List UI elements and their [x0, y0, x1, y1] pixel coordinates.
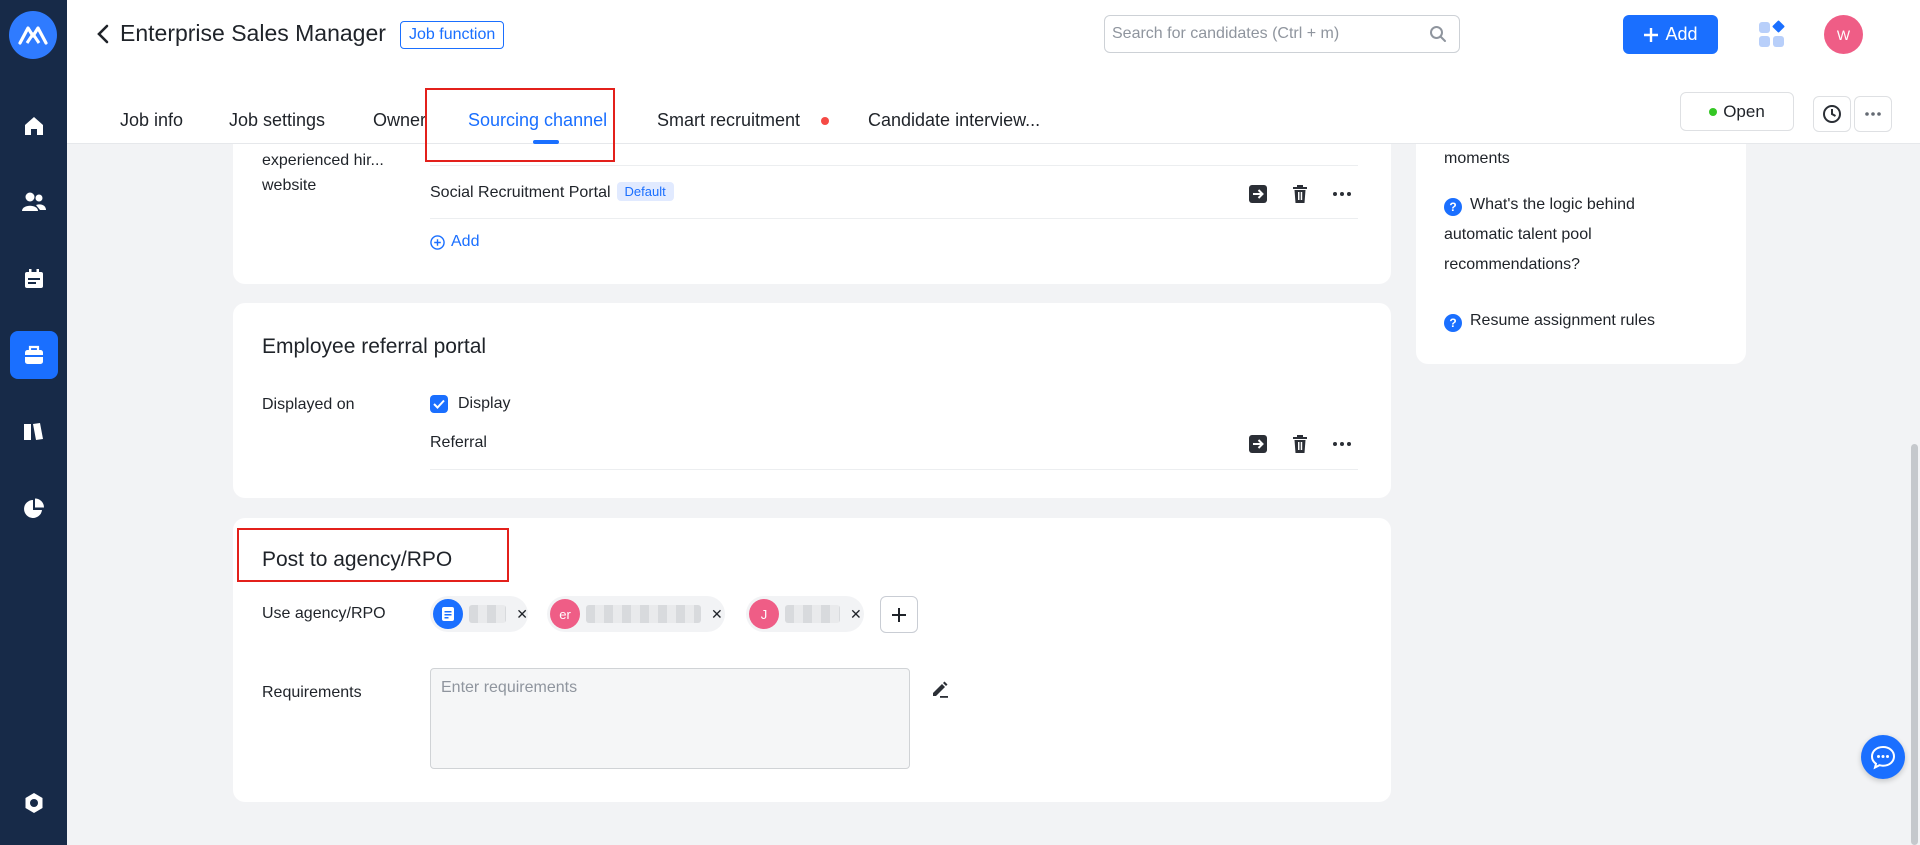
help-text-line-3: recommendations?	[1444, 256, 1581, 273]
job-function-tag[interactable]: Job function	[400, 21, 505, 49]
search-input[interactable]	[1112, 16, 1412, 52]
tab-candidate-interview[interactable]: Candidate interview...	[868, 110, 1040, 131]
agency-avatar: er	[550, 599, 580, 629]
referral-row-actions	[1248, 434, 1352, 454]
job-title: Enterprise Sales Manager	[120, 20, 386, 46]
home-icon[interactable]	[10, 102, 58, 150]
agency-avatar: J	[749, 599, 779, 629]
chevron-left-icon	[97, 24, 109, 44]
plus-icon	[892, 607, 906, 622]
blurred-agency-name	[468, 605, 507, 623]
job-status-button[interactable]: Open	[1680, 92, 1794, 131]
question-icon: ?	[1444, 198, 1462, 216]
blurred-agency-name	[586, 605, 701, 623]
channel-row-actions	[1248, 184, 1352, 204]
default-badge: Default	[616, 182, 674, 201]
status-dot	[1709, 107, 1718, 116]
search-box	[1104, 15, 1460, 53]
help-text-line-1: What's the logic behind	[1470, 196, 1635, 213]
book-icon[interactable]	[10, 408, 58, 456]
page-scrollbar[interactable]	[1911, 444, 1918, 845]
calendar-icon[interactable]	[10, 255, 58, 303]
chat-support-button[interactable]	[1861, 735, 1905, 779]
tab-job-settings[interactable]: Job settings	[229, 110, 325, 131]
check-icon	[433, 399, 445, 409]
open-link-icon[interactable]	[1248, 434, 1268, 454]
help-panel: moments ? What's the logic behind automat…	[1416, 144, 1746, 364]
referral-card: Employee referral portal Displayed on Di…	[233, 303, 1391, 498]
more-icon[interactable]	[1332, 184, 1352, 204]
channel-row: Social Recruitment Portal Default	[430, 182, 674, 202]
agency-avatar	[433, 599, 463, 629]
delete-icon[interactable]	[1290, 184, 1310, 204]
clock-icon	[1823, 105, 1841, 123]
tab-job-info[interactable]: Job info	[120, 110, 183, 131]
website-label-line-2: website	[262, 177, 317, 194]
notification-dot	[821, 117, 829, 125]
back-button[interactable]	[91, 22, 115, 46]
app-logo[interactable]	[9, 11, 57, 59]
more-icon	[1865, 112, 1881, 116]
add-button-label: Add	[1665, 24, 1698, 44]
chat-icon	[1870, 745, 1896, 770]
help-item[interactable]: moments	[1444, 144, 1510, 174]
displayed-on-label: Displayed on	[262, 396, 355, 413]
history-button[interactable]	[1813, 96, 1851, 132]
add-agency-button[interactable]	[880, 596, 918, 633]
divider	[430, 469, 1358, 470]
add-channel-button[interactable]: Add	[430, 233, 479, 251]
divider	[430, 218, 1358, 219]
requirements-input[interactable]	[430, 668, 910, 769]
agency-chip: er ✕	[547, 596, 725, 632]
channel-name: Social Recruitment Portal	[430, 184, 611, 201]
referral-channel-name: Referral	[430, 434, 487, 451]
display-checkbox-label: Display	[458, 395, 511, 412]
user-avatar[interactable]: W	[1824, 15, 1863, 54]
people-icon[interactable]	[10, 178, 58, 226]
add-button[interactable]: Add	[1623, 15, 1718, 54]
more-options-button[interactable]	[1854, 96, 1892, 132]
add-channel-label: Add	[451, 233, 480, 250]
highlight-box-sourcing-tab	[425, 88, 615, 162]
plus-circle-icon	[430, 234, 445, 250]
help-item-talent-pool-logic[interactable]: ? What's the logic behind automatic talen…	[1444, 190, 1635, 280]
website-card: experienced hir... website Social Recrui…	[233, 120, 1391, 284]
plus-icon	[1644, 27, 1659, 42]
help-text: Resume assignment rules	[1470, 312, 1655, 329]
tab-smart-recruitment[interactable]: Smart recruitment	[657, 110, 800, 131]
display-checkbox[interactable]	[430, 395, 448, 413]
referral-title: Employee referral portal	[262, 335, 487, 358]
edit-icon[interactable]	[930, 679, 950, 704]
settings-icon[interactable]	[10, 779, 58, 827]
blurred-agency-name	[785, 605, 840, 623]
requirements-label: Requirements	[262, 684, 362, 701]
remove-agency-icon[interactable]: ✕	[516, 606, 528, 623]
document-icon	[441, 607, 454, 621]
divider	[430, 165, 1358, 166]
help-item-resume-assignment[interactable]: ? Resume assignment rules	[1444, 306, 1655, 336]
help-text-line-2: automatic talent pool	[1444, 226, 1592, 243]
remove-agency-icon[interactable]: ✕	[850, 606, 862, 623]
sidebar	[0, 0, 67, 845]
remove-agency-icon[interactable]: ✕	[711, 606, 723, 623]
question-icon: ?	[1444, 314, 1462, 332]
agency-card: Post to agency/RPO Use agency/RPO ✕ er ✕…	[233, 518, 1391, 802]
search-icon[interactable]	[1429, 25, 1447, 43]
website-label: experienced hir... website	[262, 148, 402, 198]
tab-owner[interactable]: Owner	[373, 110, 426, 131]
agency-chip: J ✕	[746, 596, 864, 632]
more-icon[interactable]	[1332, 434, 1352, 454]
open-link-icon[interactable]	[1248, 184, 1268, 204]
use-agency-label: Use agency/RPO	[262, 605, 386, 622]
agency-chip: ✕	[430, 596, 528, 632]
apps-icon[interactable]	[1757, 20, 1787, 55]
pie-chart-icon[interactable]	[10, 485, 58, 533]
delete-icon[interactable]	[1290, 434, 1310, 454]
briefcase-icon[interactable]	[10, 331, 58, 379]
status-label: Open	[1723, 101, 1765, 121]
header: Enterprise Sales Manager Job function Ad…	[67, 0, 1920, 162]
website-label-line-1: experienced hir...	[262, 152, 384, 169]
agency-title: Post to agency/RPO	[262, 548, 453, 571]
